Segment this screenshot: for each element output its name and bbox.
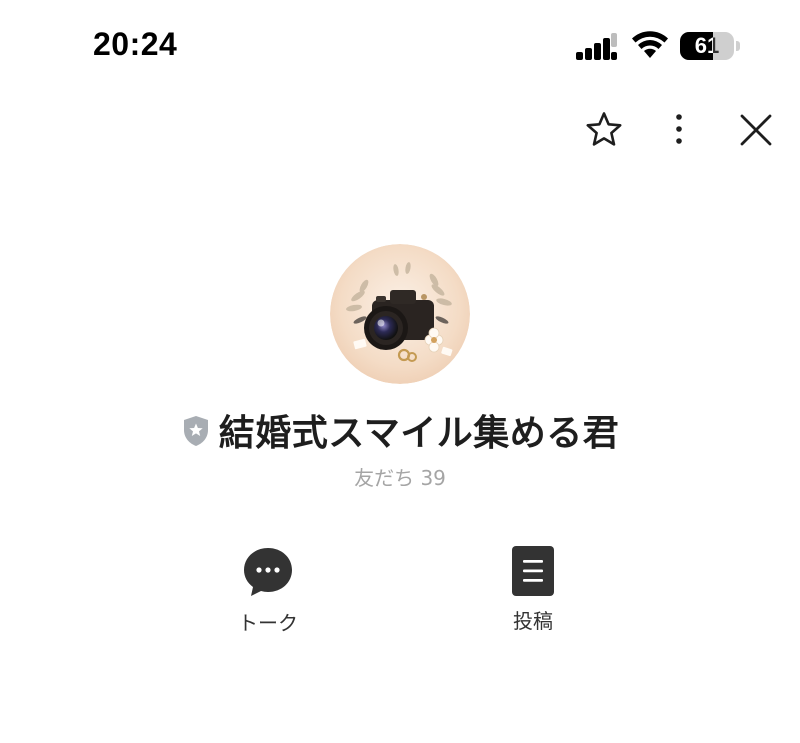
chat-bubble-icon bbox=[244, 548, 292, 596]
more-options-button[interactable] bbox=[664, 110, 694, 150]
talk-label: トーク bbox=[238, 611, 298, 635]
battery-icon: 61 bbox=[680, 32, 740, 62]
account-name-row: 結婚式スマイル集める君 bbox=[0, 404, 800, 456]
talk-button[interactable]: トーク bbox=[208, 545, 328, 636]
line-official-account-profile: 20:24 61 結婚式スマイル集める君 友だち 39 トーク 投稿 bbox=[0, 0, 800, 743]
friends-count: 友だち 39 bbox=[354, 466, 446, 490]
account-name: 結婚式スマイル集める君 bbox=[218, 413, 620, 454]
star-icon bbox=[586, 112, 622, 146]
post-label: 投稿 bbox=[513, 609, 553, 633]
post-button[interactable]: 投稿 bbox=[473, 545, 593, 634]
camera-illustration bbox=[330, 244, 470, 384]
battery-body: 61 bbox=[680, 32, 734, 60]
favorite-button[interactable] bbox=[584, 110, 624, 150]
close-button[interactable] bbox=[736, 110, 776, 150]
battery-nub bbox=[736, 41, 740, 51]
cellular-signal-icon bbox=[576, 33, 617, 60]
more-vertical-icon bbox=[676, 114, 682, 144]
close-icon bbox=[740, 114, 772, 146]
verified-shield-star-icon bbox=[183, 416, 208, 446]
avatar[interactable] bbox=[330, 244, 470, 384]
post-document-icon bbox=[512, 546, 554, 596]
wifi-icon bbox=[632, 31, 668, 58]
battery-level: 61 bbox=[694, 33, 720, 58]
status-time: 20:24 bbox=[93, 26, 178, 62]
